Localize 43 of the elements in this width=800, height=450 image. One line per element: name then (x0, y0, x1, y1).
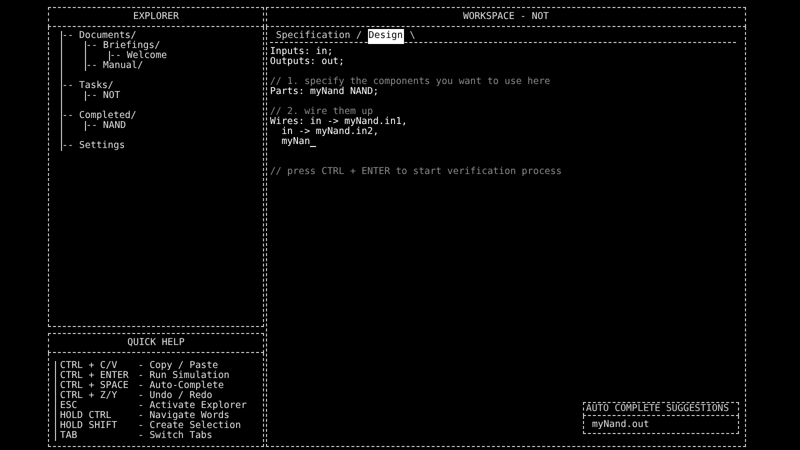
tab[interactable]: Specification (276, 29, 350, 44)
shortcut-key: CTRL + Z/Y (60, 391, 138, 401)
panel-header: WORKSPACE - NOT (266, 7, 746, 27)
shortcut-key: TAB (60, 431, 138, 441)
shortcut-description: - Run Simulation (138, 371, 230, 381)
panel-header: QUICK HELP (48, 333, 264, 353)
code-line: myNan (280, 137, 310, 147)
shortcut-description: - Switch Tabs (138, 431, 212, 441)
suggestion-item[interactable]: myNand.out (592, 420, 738, 430)
tree-item[interactable]: -- Manual/ (86, 61, 167, 71)
shortcut-key: HOLD CTRL (60, 411, 138, 421)
autocomplete-header: AUTO COMPLETE SUGGESTIONS (583, 402, 739, 416)
shortcut-description: - Undo / Redo (138, 391, 212, 401)
code-line: Outputs: out; (270, 57, 346, 67)
shortcut-key: CTRL + ENTER (60, 371, 138, 381)
code-comment: // 2. wire them up (270, 107, 373, 117)
code-comment: // press CTRL + ENTER to start verification process (270, 167, 563, 177)
tab-separator: \ (410, 29, 416, 44)
tree-item[interactable]: -- Settings (62, 141, 167, 151)
code-comment: // 1. specify the components you want to use here (270, 77, 552, 87)
tab[interactable]: Design (368, 29, 404, 44)
tree-item[interactable]: -- Tasks/ (62, 81, 167, 91)
code-line: in -> myNand.in2, (280, 127, 380, 137)
code-line: Inputs: in; (270, 47, 334, 57)
shortcut-key: CTRL + SPACE (60, 381, 138, 391)
shortcut-key: ESC (60, 401, 138, 411)
shortcut-description: - Activate Explorer (138, 401, 247, 411)
shortcut-key: HOLD SHIFT (60, 421, 138, 431)
shortcut-key: CTRL + C/V (60, 361, 138, 371)
shortcut-description: - Create Selection (138, 421, 241, 431)
code-line: Wires: in -> myNand.in1, (270, 117, 408, 127)
tree-item[interactable]: -- Documents/ (62, 31, 167, 41)
shortcut-description: - Auto-Complete (138, 381, 224, 391)
tree-item[interactable]: -- Welcome (110, 51, 167, 61)
tree-item[interactable]: -- NAND (86, 121, 167, 131)
shortcut-description: - Copy / Paste (138, 361, 218, 371)
tab-separator: / (356, 29, 362, 44)
tree-item[interactable]: -- NOT (86, 91, 167, 101)
shortcut-description: - Navigate Words (138, 411, 230, 421)
panel-header: EXPLORER (48, 7, 264, 27)
code-line: Parts: myNand NAND; (270, 87, 380, 97)
tree-item[interactable]: -- Completed/ (62, 111, 167, 121)
tree-item[interactable]: -- Briefings/ (86, 41, 167, 51)
